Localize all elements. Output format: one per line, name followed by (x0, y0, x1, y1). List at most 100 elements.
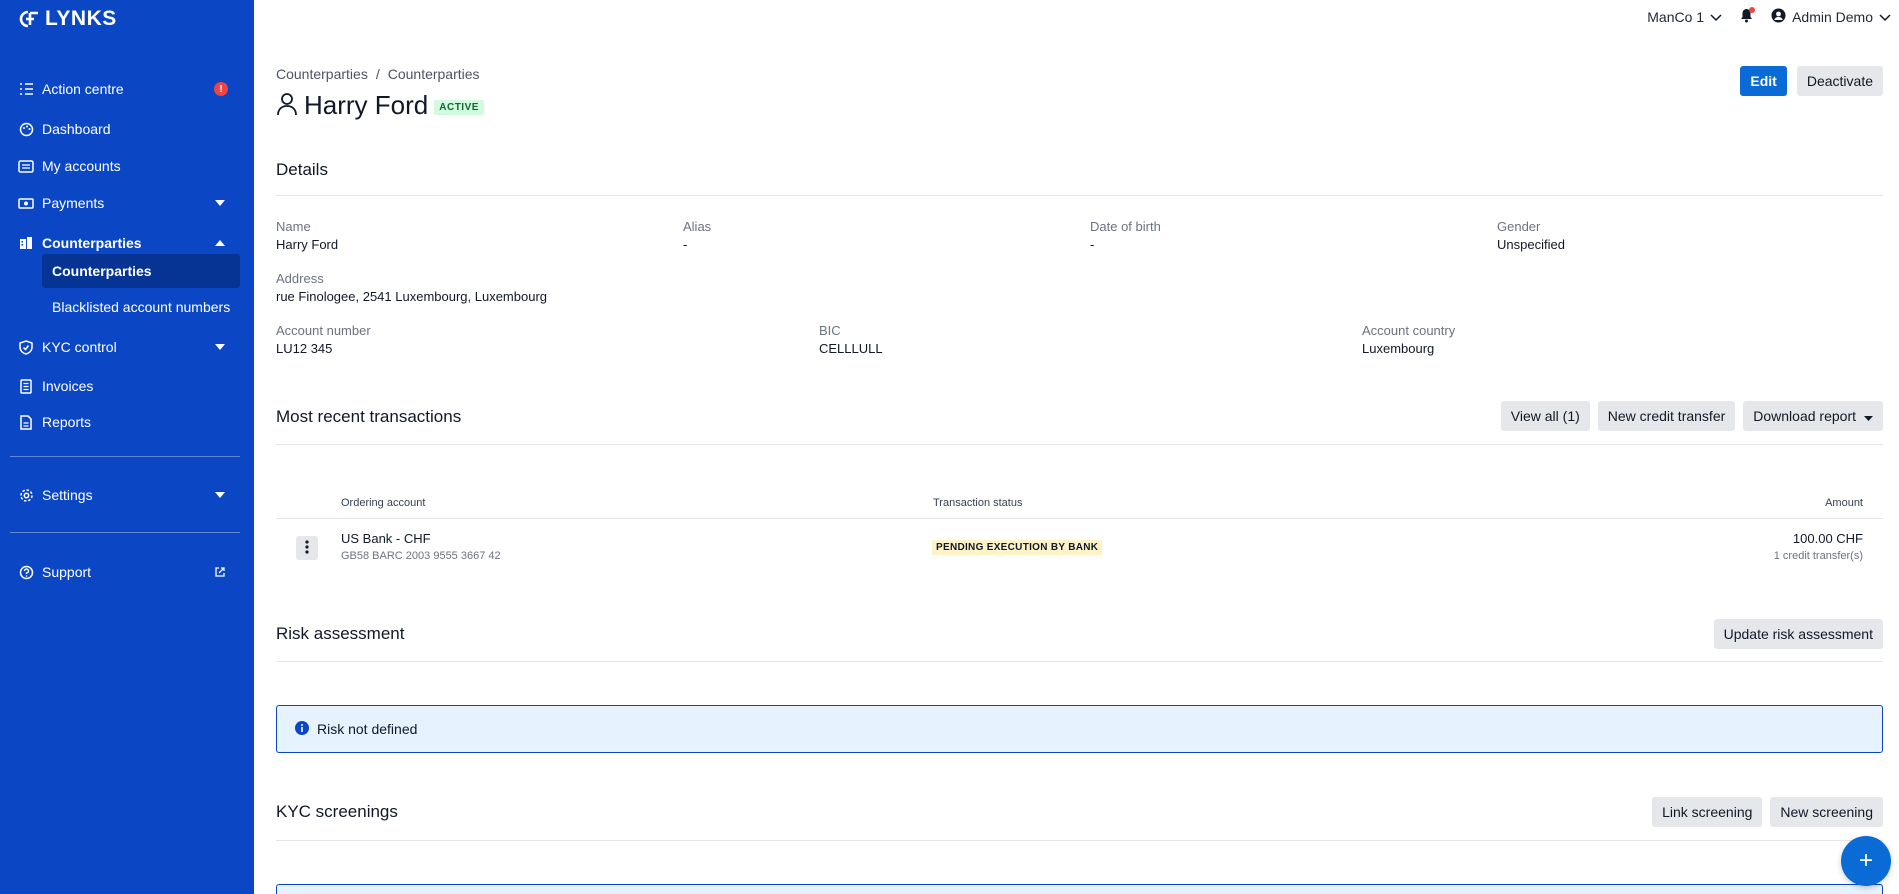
gear-icon (18, 487, 34, 503)
breadcrumb-separator: / (375, 66, 380, 82)
view-all-button[interactable]: View all (1) (1500, 401, 1590, 431)
section-divider (276, 840, 1883, 841)
sidebar-item-settings[interactable]: Settings (10, 480, 240, 510)
document-icon (18, 414, 34, 430)
risk-message: Risk not defined (317, 721, 418, 737)
topbar: ManCo 1 Admin Demo (1647, 7, 1891, 26)
column-header-status: Transaction status (933, 497, 1023, 509)
palette-icon (18, 121, 34, 137)
field-address: Address rue Finologee, 2541 Luxembourg, … (276, 271, 547, 304)
sidebar-item-kyc-control[interactable]: KYC control (10, 332, 240, 362)
notifications-button[interactable] (1740, 7, 1756, 26)
sidebar-subitem-label: Blacklisted account numbers (52, 299, 231, 315)
logo-icon (19, 10, 38, 28)
caret-up-icon (212, 240, 228, 246)
page-title: Harry Ford (304, 90, 429, 120)
field-label: Date of birth (1090, 219, 1161, 234)
section-divider (276, 444, 1883, 445)
update-risk-assessment-button[interactable]: Update risk assessment (1713, 619, 1883, 649)
field-alias: Alias - (683, 219, 711, 252)
sidebar-item-action-centre[interactable]: Action centre ! (10, 74, 240, 104)
kyc-title: KYC screenings (276, 802, 398, 821)
company-selector[interactable]: ManCo 1 (1647, 9, 1722, 25)
breadcrumb-item[interactable]: Counterparties (388, 66, 480, 82)
field-bic: BIC CELLLULL (819, 323, 883, 356)
deactivate-button[interactable]: Deactivate (1796, 66, 1883, 96)
sidebar-item-support[interactable]: Support (10, 557, 240, 587)
field-label: BIC (819, 323, 841, 338)
field-label: Gender (1497, 219, 1541, 234)
field-label: Account country (1362, 323, 1456, 338)
sidebar-subitem-label: Counterparties (52, 263, 152, 279)
sidebar-item-label: Dashboard (42, 121, 111, 137)
field-account-country: Account country Luxembourg (1362, 323, 1455, 356)
transaction-status-badge: PENDING EXECUTION BY BANK (932, 540, 1103, 555)
download-report-label: Download report (1753, 408, 1856, 424)
field-value: - (1090, 237, 1095, 252)
list-check-icon (18, 81, 34, 97)
transfer-count: 1 credit transfer(s) (1773, 550, 1863, 562)
table-header-divider (276, 518, 1883, 519)
field-label: Address (276, 271, 324, 286)
sidebar-item-label: My accounts (42, 158, 121, 174)
sidebar-item-my-accounts[interactable]: My accounts (10, 151, 240, 181)
sidebar-divider (10, 532, 240, 533)
transaction-amount: 100.00 CHF 1 credit transfer(s) (1774, 531, 1863, 562)
chevron-down-icon (1710, 9, 1722, 25)
sidebar-subitem-counterparties[interactable]: Counterparties (42, 254, 240, 288)
risk-title: Risk assessment (276, 624, 405, 643)
alert-badge: ! (214, 82, 228, 96)
status-badge: ACTIVE (434, 100, 484, 115)
field-dob: Date of birth - (1090, 219, 1161, 252)
caret-down-icon (212, 492, 228, 498)
user-menu[interactable]: Admin Demo (1771, 8, 1891, 26)
table-row[interactable]: US Bank - CHF GB58 BARC 2003 9555 3667 4… (341, 531, 501, 562)
accounts-icon (18, 158, 34, 174)
notification-dot (1749, 7, 1756, 13)
section-divider (276, 195, 1883, 196)
user-circle-icon (1771, 8, 1786, 26)
field-name: Name Harry Ford (276, 219, 338, 252)
field-value: CELLLULL (819, 341, 883, 356)
help-circle-icon (18, 564, 34, 580)
sidebar-item-label: Settings (42, 487, 93, 503)
user-name: Admin Demo (1792, 9, 1873, 25)
ordering-account-name: US Bank - CHF (341, 531, 431, 546)
sidebar-subitem-blacklisted-accounts[interactable]: Blacklisted account numbers (42, 290, 240, 324)
caret-down-icon (1864, 408, 1873, 424)
sidebar-item-payments[interactable]: Payments (10, 188, 240, 218)
header-actions: Edit Deactivate (1740, 66, 1883, 96)
field-account-number: Account number LU12 345 (276, 323, 371, 356)
edit-button[interactable]: Edit (1740, 66, 1787, 96)
column-header-amount: Amount (1825, 497, 1863, 509)
title-row: Harry Ford ACTIVE (276, 90, 484, 121)
sidebar-item-invoices[interactable]: Invoices (10, 371, 240, 401)
sidebar-item-label: Action centre (42, 81, 124, 97)
kyc-info-alert (276, 884, 1883, 894)
shield-check-icon (18, 339, 34, 355)
link-screening-button[interactable]: Link screening (1652, 797, 1763, 827)
field-value: Unspecified (1497, 237, 1565, 252)
kebab-icon (305, 539, 309, 557)
new-screening-button[interactable]: New screening (1770, 797, 1883, 827)
chevron-down-icon (1879, 9, 1891, 25)
sidebar-item-dashboard[interactable]: Dashboard (10, 114, 240, 144)
breadcrumb: Counterparties / Counterparties (276, 66, 480, 82)
sidebar: LYNKS Action centre ! Dashboard My accou… (0, 0, 254, 894)
sidebar-divider (10, 456, 240, 457)
brand-logo[interactable]: LYNKS (19, 7, 117, 31)
add-fab-button[interactable]: + (1841, 836, 1891, 886)
field-label: Name (276, 219, 311, 234)
caret-down-icon (212, 344, 228, 350)
caret-down-icon (212, 200, 228, 206)
download-report-button[interactable]: Download report (1743, 401, 1883, 431)
brand-name: LYNKS (45, 7, 117, 30)
row-actions-button[interactable] (296, 536, 318, 560)
amount-value: 100.00 CHF (1792, 531, 1863, 546)
field-value: - (683, 237, 688, 252)
sidebar-item-reports[interactable]: Reports (10, 407, 240, 437)
new-credit-transfer-button[interactable]: New credit transfer (1597, 401, 1736, 431)
breadcrumb-item[interactable]: Counterparties (276, 66, 368, 82)
field-gender: Gender Unspecified (1497, 219, 1565, 252)
field-value: LU12 345 (276, 341, 333, 356)
